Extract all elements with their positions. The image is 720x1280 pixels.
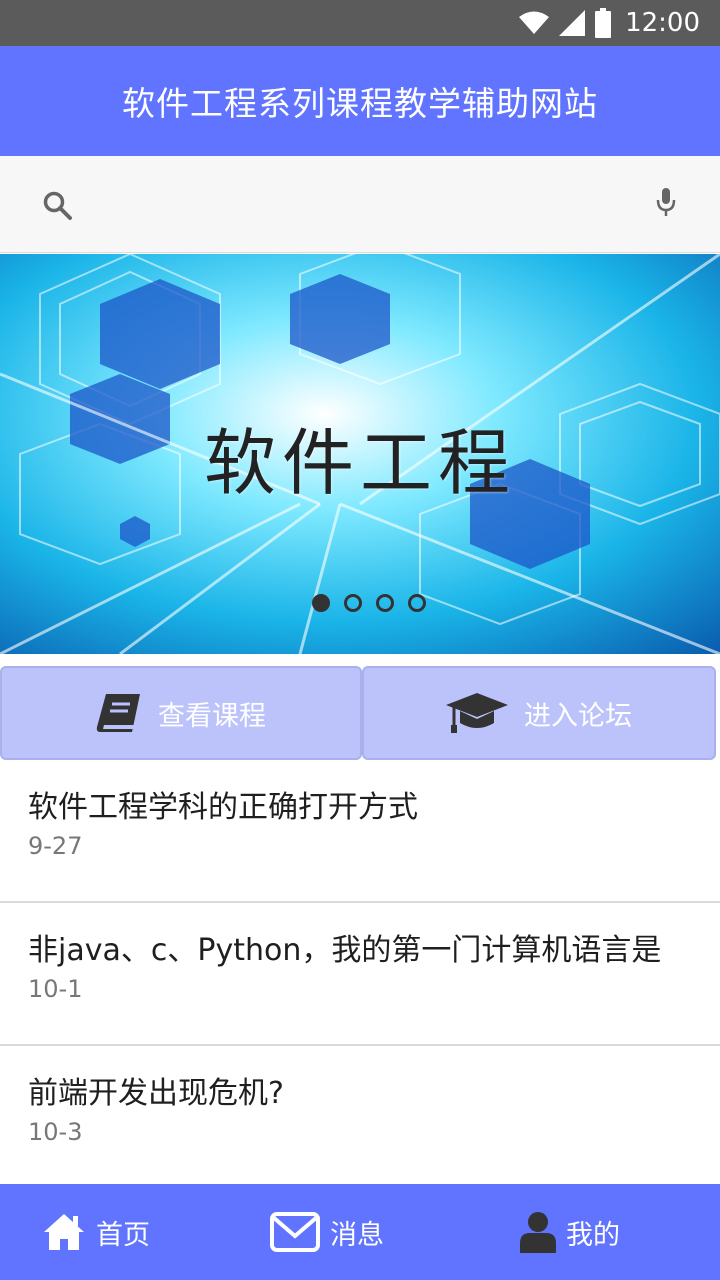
nav-me-label: 我的 xyxy=(566,1219,620,1251)
news-date: 10-3 xyxy=(28,1118,83,1146)
list-item[interactable]: 软件工程学科的正确打开方式 9-27 xyxy=(0,760,720,903)
news-date: 10-1 xyxy=(28,975,83,1003)
action-row: 查看课程 进入论坛 xyxy=(0,666,720,760)
graduation-cap-icon xyxy=(446,693,508,733)
battery-icon xyxy=(595,8,612,38)
banner-title: 软件工程 xyxy=(203,421,516,505)
book-icon xyxy=(96,694,140,732)
nav-item-home[interactable]: 首页 xyxy=(42,1184,150,1280)
news-headline: 非java、c、Python，我的第一门计算机语言是 xyxy=(28,933,662,968)
view-courses-label: 查看课程 xyxy=(158,700,266,732)
home-icon xyxy=(44,1214,84,1250)
news-list: 软件工程学科的正确打开方式 9-27 非java、c、Python，我的第一门计… xyxy=(0,760,720,1189)
carousel-indicators xyxy=(312,594,426,612)
page-title: 软件工程系列课程教学辅助网站 xyxy=(122,84,598,123)
nav-item-me[interactable]: 我的 xyxy=(520,1184,620,1280)
envelope-icon xyxy=(270,1212,320,1252)
carousel-dot-4[interactable] xyxy=(408,594,426,612)
nav-home-label: 首页 xyxy=(96,1219,150,1251)
banner-carousel[interactable]: 软件工程 xyxy=(0,254,720,654)
view-courses-button[interactable]: 查看课程 xyxy=(0,666,362,760)
news-headline: 前端开发出现危机? xyxy=(28,1076,284,1111)
app-header: 软件工程系列课程教学辅助网站 xyxy=(0,46,720,156)
search-bar xyxy=(0,156,720,253)
microphone-icon[interactable] xyxy=(654,186,678,220)
cell-signal-icon xyxy=(559,10,586,36)
nav-messages-label: 消息 xyxy=(330,1219,384,1251)
carousel-dot-3[interactable] xyxy=(376,594,394,612)
nav-item-messages[interactable]: 消息 xyxy=(270,1184,384,1280)
list-item[interactable]: 非java、c、Python，我的第一门计算机语言是 10-1 xyxy=(0,903,720,1046)
bottom-nav: 首页 消息 我的 xyxy=(0,1184,720,1280)
enter-forum-button[interactable]: 进入论坛 xyxy=(362,666,716,760)
list-item[interactable]: 前端开发出现危机? 10-3 xyxy=(0,1046,720,1189)
news-headline: 软件工程学科的正确打开方式 xyxy=(28,790,418,825)
search-input[interactable] xyxy=(90,178,630,230)
user-icon xyxy=(520,1212,556,1253)
status-time: 12:00 xyxy=(625,8,700,38)
enter-forum-label: 进入论坛 xyxy=(524,700,632,732)
search-icon[interactable] xyxy=(42,190,74,222)
carousel-dot-2[interactable] xyxy=(344,594,362,612)
news-date: 9-27 xyxy=(28,832,83,860)
wifi-icon xyxy=(519,11,550,34)
status-bar: 12:00 xyxy=(0,0,720,46)
status-icons: 12:00 xyxy=(519,0,700,46)
carousel-dot-1[interactable] xyxy=(312,594,330,612)
